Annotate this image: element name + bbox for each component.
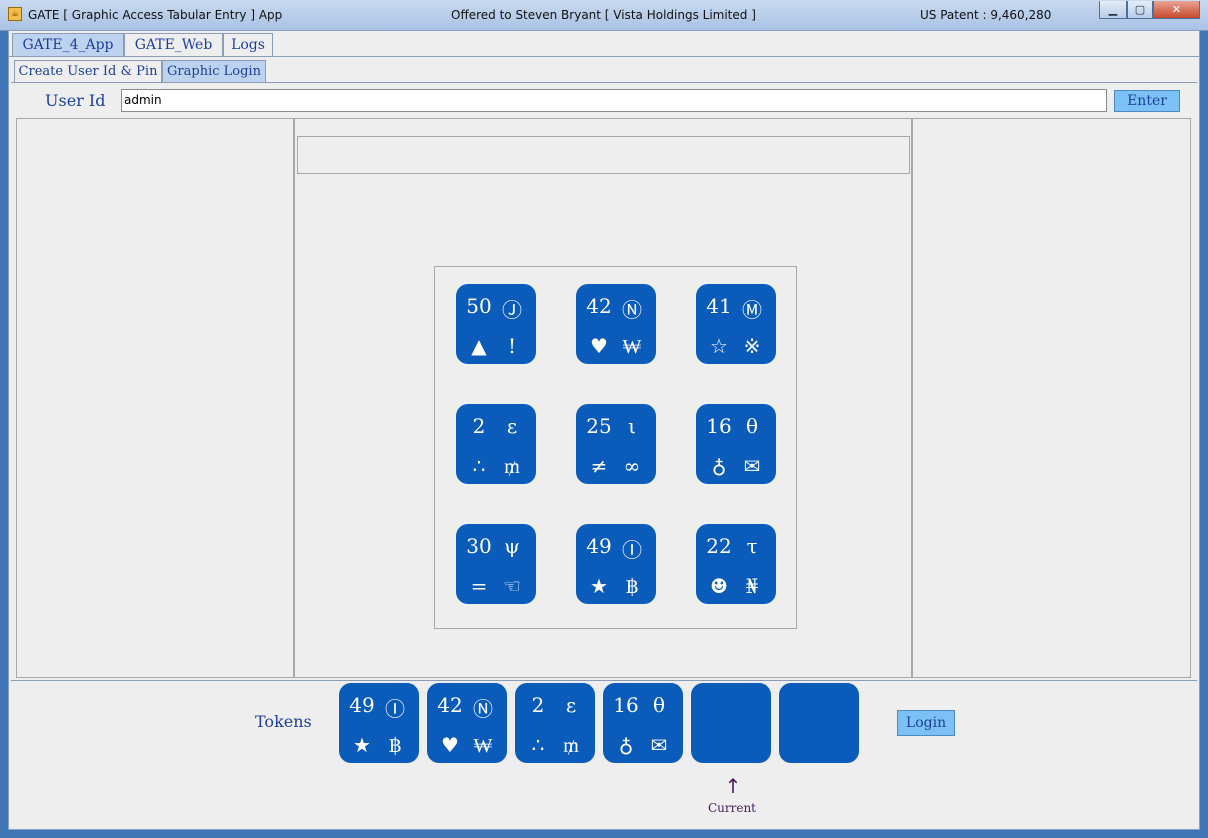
- earth-symbol-icon: ♁: [618, 733, 634, 757]
- java-app-icon: ☕: [8, 7, 22, 21]
- tokens-divider: [11, 680, 1197, 681]
- naira-sign-icon: ₦: [745, 574, 759, 598]
- tile-letter: Ⓙ: [502, 298, 522, 322]
- user-id-label: User Id: [45, 91, 106, 110]
- exclamation-icon: !: [507, 334, 517, 358]
- grid-tile[interactable]: 50 Ⓙ ▲ !: [456, 284, 536, 364]
- tile-letter: Ⓝ: [473, 697, 493, 721]
- message-box: [297, 136, 910, 174]
- token-slot[interactable]: 2 ε ∴ ₥: [515, 683, 595, 763]
- subtab-create-user[interactable]: Create User Id & Pin: [14, 60, 162, 82]
- equals-icon: =: [470, 574, 488, 598]
- smiley-icon: ☻: [710, 574, 728, 598]
- token-slot[interactable]: 42 Ⓝ ♥ ₩: [427, 683, 507, 763]
- envelope-icon: ✉: [743, 454, 761, 478]
- envelope-icon: ✉: [650, 733, 668, 757]
- star-outline-icon: ☆: [710, 334, 728, 358]
- tab-divider: [9, 56, 1199, 57]
- tile-letter: Ⓝ: [622, 298, 642, 322]
- grid-tile[interactable]: 16 θ ♁ ✉: [696, 404, 776, 484]
- grid-tile[interactable]: 41 Ⓜ ☆ ※: [696, 284, 776, 364]
- tile-letter: ψ: [504, 534, 520, 558]
- therefore-icon: ∴: [531, 733, 545, 757]
- symbol-grid: 50 Ⓙ ▲ ! 42 Ⓝ ♥ ₩ 41 Ⓜ ☆ ※ 2 ε ∴ ₥ 25 ι …: [434, 266, 797, 629]
- tab-gate-4-app[interactable]: GATE_4_App: [12, 33, 124, 56]
- tile-letter: Ⓘ: [385, 697, 405, 721]
- star-icon: ★: [353, 733, 371, 757]
- grid-tile[interactable]: 49 Ⓘ ★ ฿: [576, 524, 656, 604]
- user-id-input[interactable]: admin: [121, 89, 1107, 112]
- grid-tile[interactable]: 22 τ ☻ ₦: [696, 524, 776, 604]
- earth-symbol-icon: ♁: [711, 454, 727, 478]
- token-slot[interactable]: 16 θ ♁ ✉: [603, 683, 683, 763]
- triangle-icon: ▲: [471, 334, 487, 358]
- tile-letter: θ: [652, 693, 666, 717]
- grid-tile[interactable]: 25 ι ≠ ∞: [576, 404, 656, 484]
- right-panel: [912, 118, 1191, 678]
- minimize-button[interactable]: ▁: [1099, 1, 1127, 19]
- enter-button[interactable]: Enter: [1114, 90, 1180, 112]
- subtab-graphic-login[interactable]: Graphic Login: [162, 60, 266, 82]
- current-label: Current: [707, 801, 757, 815]
- infinity-icon: ∞: [623, 454, 641, 478]
- close-icon: ✕: [1171, 3, 1182, 16]
- token-slot-empty[interactable]: [779, 683, 859, 763]
- tile-letter: θ: [745, 414, 759, 438]
- baht-sign-icon: ฿: [625, 574, 639, 598]
- won-sign-icon: ₩: [473, 733, 493, 757]
- current-arrow-icon: ↑: [724, 774, 742, 798]
- left-panel: [16, 118, 294, 678]
- baht-sign-icon: ฿: [388, 733, 402, 757]
- login-button[interactable]: Login: [897, 710, 955, 736]
- therefore-icon: ∴: [472, 454, 486, 478]
- patent-text: US Patent : 9,460,280: [920, 8, 1052, 22]
- subtab-divider: [11, 82, 1197, 83]
- heart-icon: ♥: [590, 334, 608, 358]
- pointing-hand-icon: ☜: [503, 574, 521, 598]
- tile-letter: ε: [506, 414, 518, 438]
- title-bar: ☕ GATE [ Graphic Access Tabular Entry ] …: [0, 0, 1208, 31]
- tile-letter: ι: [628, 414, 636, 438]
- license-text: Offered to Steven Bryant [ Vista Holding…: [451, 8, 756, 22]
- token-slot[interactable]: 49 Ⓘ ★ ฿: [339, 683, 419, 763]
- mill-sign-icon: ₥: [504, 454, 520, 478]
- minimize-icon: ▁: [1108, 3, 1118, 16]
- tile-letter: τ: [746, 534, 758, 558]
- won-sign-icon: ₩: [622, 334, 642, 358]
- mill-sign-icon: ₥: [563, 733, 579, 757]
- close-button[interactable]: ✕: [1153, 1, 1200, 19]
- tile-letter: Ⓜ: [742, 298, 762, 322]
- tab-logs[interactable]: Logs: [223, 33, 273, 56]
- tile-letter: ε: [565, 693, 577, 717]
- reference-mark-icon: ※: [743, 334, 761, 358]
- tokens-label: Tokens: [255, 712, 312, 731]
- grid-tile[interactable]: 2 ε ∴ ₥: [456, 404, 536, 484]
- token-slot-empty[interactable]: [691, 683, 771, 763]
- tile-letter: Ⓘ: [622, 538, 642, 562]
- app-client-area: GATE_4_App GATE_Web Logs Create User Id …: [8, 30, 1200, 830]
- grid-tile[interactable]: 30 ψ = ☜: [456, 524, 536, 604]
- grid-tile[interactable]: 42 Ⓝ ♥ ₩: [576, 284, 656, 364]
- maximize-icon: ▢: [1134, 3, 1146, 16]
- tab-gate-web[interactable]: GATE_Web: [124, 33, 223, 56]
- star-icon: ★: [590, 574, 608, 598]
- not-equal-icon: ≠: [590, 454, 608, 478]
- maximize-button[interactable]: ▢: [1127, 1, 1153, 19]
- window-title: GATE [ Graphic Access Tabular Entry ] Ap…: [28, 8, 283, 22]
- heart-icon: ♥: [441, 733, 459, 757]
